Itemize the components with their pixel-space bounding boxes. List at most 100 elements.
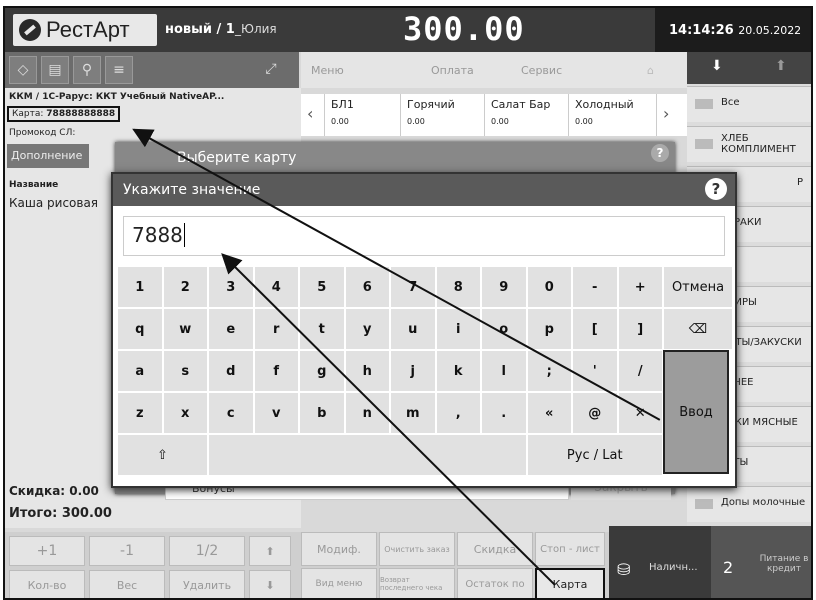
quantity-button[interactable]: Кол-во (9, 570, 85, 598)
category-value: 0.00 (407, 117, 425, 126)
key-button[interactable]: a (117, 350, 163, 392)
key-button[interactable]: ] (617, 308, 663, 350)
key-button[interactable]: @ (572, 392, 618, 434)
tag-icon[interactable]: ◇ (9, 56, 37, 84)
key-button[interactable]: 5 (299, 266, 345, 308)
key-button[interactable]: l (481, 350, 527, 392)
key-button[interactable]: g (299, 350, 345, 392)
weight-button[interactable]: Вес (89, 570, 165, 598)
shift-key[interactable]: ⇧ (117, 434, 208, 476)
enter-key[interactable]: Ввод (663, 350, 729, 474)
category-tile[interactable]: БЛ1 0.00 (325, 94, 401, 136)
key-button[interactable]: [ (572, 308, 618, 350)
cancel-key[interactable]: Отмена (663, 266, 733, 308)
key-button[interactable]: y (344, 308, 390, 350)
key-button[interactable]: ✕ (617, 392, 663, 434)
key-button[interactable]: z (117, 392, 163, 434)
arrow-up-icon[interactable]: ⬆ (775, 58, 787, 74)
key-button[interactable]: u (390, 308, 436, 350)
key-button[interactable]: t (299, 308, 345, 350)
key-button[interactable]: « (526, 392, 572, 434)
return-receipt-button[interactable]: Возврат последнего чека (379, 568, 455, 598)
key-button[interactable]: q (117, 308, 163, 350)
key-button[interactable]: h (344, 350, 390, 392)
order-item[interactable]: Каша рисовая (9, 196, 98, 210)
right-menu-item[interactable]: Все (687, 86, 811, 122)
category-tile[interactable]: Салат Бар 0.00 (485, 94, 569, 136)
key-button[interactable]: 3 (208, 266, 254, 308)
card-button[interactable]: Карта (535, 568, 605, 598)
key-button[interactable]: , (435, 392, 481, 434)
key-button[interactable]: s (162, 350, 208, 392)
delete-button[interactable]: Удалить (169, 570, 245, 598)
list-icon[interactable]: ≡ (105, 56, 133, 84)
menu-tab[interactable]: Меню (311, 64, 344, 77)
cash-button[interactable]: Наличн... (649, 562, 698, 573)
credit-button[interactable]: 2 Питание в кредит (711, 526, 811, 598)
value-input[interactable]: 7888 (123, 216, 725, 256)
category-tile[interactable]: Горячий 0.00 (401, 94, 485, 136)
key-button[interactable]: / (617, 350, 663, 392)
key-button[interactable]: ' (572, 350, 618, 392)
stoplist-button[interactable]: Стоп - лист (535, 532, 605, 566)
home-icon[interactable]: ⌂ (647, 64, 654, 77)
name-header: Название (9, 180, 59, 190)
key-button[interactable]: 1 (117, 266, 163, 308)
key-button[interactable]: w (162, 308, 208, 350)
key-button[interactable]: m (390, 392, 436, 434)
key-button[interactable]: i (435, 308, 481, 350)
addition-button[interactable]: Дополнение (7, 144, 89, 168)
key-button[interactable]: r (253, 308, 299, 350)
view-menu-button[interactable]: Вид меню (301, 568, 377, 598)
remainder-button[interactable]: Остаток по (457, 568, 533, 598)
key-button[interactable]: 9 (481, 266, 527, 308)
key-button[interactable]: 0 (526, 266, 572, 308)
space-key[interactable] (208, 434, 527, 476)
category-value: 0.00 (575, 117, 593, 126)
discount-button[interactable]: Скидка (457, 532, 533, 566)
key-button[interactable]: p (526, 308, 572, 350)
key-button[interactable]: v (253, 392, 299, 434)
category-tile[interactable]: Холодный 0.00 (569, 94, 657, 136)
key-button[interactable]: 2 (162, 266, 208, 308)
payment-tab[interactable]: Оплата (431, 64, 474, 77)
key-button[interactable]: o (481, 308, 527, 350)
calculator-icon[interactable]: ▤ (41, 56, 69, 84)
key-button[interactable]: c (208, 392, 254, 434)
key-button[interactable]: x (162, 392, 208, 434)
key-button[interactable]: 6 (344, 266, 390, 308)
minus-one-button[interactable]: -1 (89, 536, 165, 566)
key-button[interactable]: n (344, 392, 390, 434)
arrow-down-icon[interactable]: ⬇ (711, 58, 723, 74)
right-menu-item[interactable]: ХЛЕБ КОМПЛИМЕНТ (687, 126, 811, 162)
key-button[interactable]: k (435, 350, 481, 392)
help-icon[interactable]: ? (651, 144, 669, 162)
key-button[interactable]: 8 (435, 266, 481, 308)
half-button[interactable]: 1/2 (169, 536, 245, 566)
arrow-down-icon[interactable]: ⬇ (249, 570, 291, 598)
key-button[interactable]: . (481, 392, 527, 434)
backspace-key[interactable]: ⌫ (663, 308, 733, 350)
key-button[interactable]: 4 (253, 266, 299, 308)
key-button[interactable]: b (299, 392, 345, 434)
key-button[interactable]: ; (526, 350, 572, 392)
arrow-up-icon[interactable]: ⬆ (249, 536, 291, 566)
key-button[interactable]: f (253, 350, 299, 392)
service-tab[interactable]: Сервис (521, 64, 562, 77)
key-button[interactable]: 7 (390, 266, 436, 308)
key-button[interactable]: e (208, 308, 254, 350)
category-next-icon[interactable]: › (657, 94, 687, 136)
clear-order-button[interactable]: Очистить заказ (379, 532, 455, 566)
key-button[interactable]: + (617, 266, 663, 308)
category-prev-icon[interactable]: ‹ (301, 94, 325, 136)
key-button[interactable]: - (572, 266, 618, 308)
expand-icon[interactable]: ⤢ (257, 56, 285, 84)
help-icon[interactable]: ? (705, 178, 727, 200)
key-button[interactable]: d (208, 350, 254, 392)
plus-one-button[interactable]: +1 (9, 536, 85, 566)
key-button[interactable]: j (390, 350, 436, 392)
right-menu-item[interactable]: Допы молочные (687, 486, 811, 522)
search-icon[interactable]: ⚲ (73, 56, 101, 84)
layout-switch-key[interactable]: Рус / Lat (526, 434, 663, 476)
modifier-button[interactable]: Модиф. (301, 532, 377, 566)
